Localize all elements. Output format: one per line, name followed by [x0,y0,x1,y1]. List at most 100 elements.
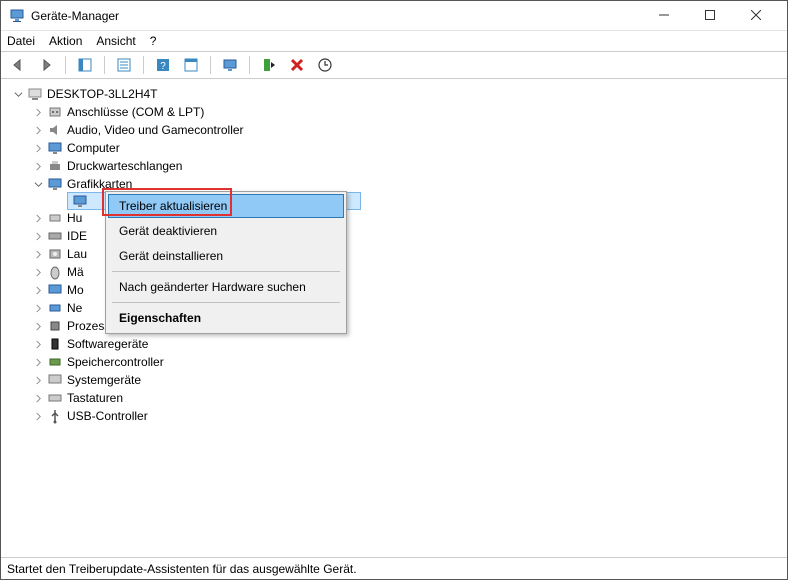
forward-button[interactable] [35,54,57,76]
app-icon [9,8,25,24]
toolbar-separator [65,56,66,74]
system-icon [47,372,63,388]
menubar: Datei Aktion Ansicht ? [1,31,787,51]
chevron-right-icon[interactable] [31,409,45,423]
menu-help[interactable]: ? [150,34,157,48]
enable-button[interactable] [258,54,280,76]
usb-icon [47,408,63,424]
help-button[interactable]: ? [152,54,174,76]
statusbar: Startet den Treiberupdate-Assistenten fü… [1,557,787,579]
tree-item[interactable]: Tastaturen [7,389,787,407]
tree-item[interactable]: Audio, Video und Gamecontroller [7,121,787,139]
context-item-label: Eigenschaften [119,311,201,325]
disk-icon [47,246,63,262]
toolbar-separator [143,56,144,74]
tree-node-label: Softwaregeräte [67,335,148,353]
tree-root[interactable]: DESKTOP-3LL2H4T [7,85,787,103]
tree-item[interactable]: Anschlüsse (COM & LPT) [7,103,787,121]
toolbar-separator [210,56,211,74]
chevron-right-icon[interactable] [31,301,45,315]
context-scan-hardware[interactable]: Nach geänderter Hardware suchen [109,275,343,299]
context-separator [112,302,340,303]
ports-icon [47,104,63,120]
chevron-right-icon[interactable] [31,391,45,405]
tree-item[interactable]: Computer [7,139,787,157]
tree-node-label: IDE [67,227,87,245]
window-title: Geräte-Manager [31,9,641,23]
keyboard-icon [47,390,63,406]
chevron-right-icon[interactable] [31,337,45,351]
audio-icon [47,122,63,138]
menu-file[interactable]: Datei [7,34,35,48]
chevron-right-icon[interactable] [31,373,45,387]
tree-node-label: Hu [67,209,82,227]
tree-node-label: Lau [67,245,87,263]
context-properties[interactable]: Eigenschaften [109,306,343,330]
tree-node-label: DESKTOP-3LL2H4T [47,85,158,103]
tree-node-label: Ne [67,299,82,317]
tree-item[interactable]: Speichercontroller [7,353,787,371]
update-driver-button[interactable] [314,54,336,76]
context-item-label: Treiber aktualisieren [119,199,227,213]
mouse-icon [47,264,63,280]
software-icon [47,336,63,352]
toolbar-separator [249,56,250,74]
scan-hardware-button[interactable] [219,54,241,76]
chevron-right-icon[interactable] [31,105,45,119]
tree-node-label: Speichercontroller [67,353,164,371]
computer-icon [27,86,43,102]
chevron-right-icon[interactable] [31,355,45,369]
device-tree[interactable]: DESKTOP-3LL2H4T Anschlüsse (COM & LPT) A… [1,79,787,557]
chevron-down-icon[interactable] [11,87,25,101]
tree-item[interactable]: Systemgeräte [7,371,787,389]
action-button[interactable] [180,54,202,76]
chevron-right-icon[interactable] [31,319,45,333]
chevron-right-icon[interactable] [31,159,45,173]
back-button[interactable] [7,54,29,76]
tree-node-label: Audio, Video und Gamecontroller [67,121,244,139]
menu-action[interactable]: Aktion [49,34,82,48]
tree-node-label: USB-Controller [67,407,148,425]
tree-node-label: Mä [67,263,84,281]
ide-icon [47,228,63,244]
context-separator [112,271,340,272]
tree-item[interactable]: USB-Controller [7,407,787,425]
cpu-icon [47,318,63,334]
network-icon [47,300,63,316]
chevron-down-icon[interactable] [31,177,45,191]
titlebar: Geräte-Manager [1,1,787,31]
computer-icon [47,140,63,156]
chevron-right-icon[interactable] [31,123,45,137]
tree-node-label: Tastaturen [67,389,123,407]
show-hide-tree-button[interactable] [74,54,96,76]
storage-controller-icon [47,354,63,370]
context-update-driver[interactable]: Treiber aktualisieren [108,194,344,218]
tree-item[interactable]: Softwaregeräte [7,335,787,353]
chevron-right-icon[interactable] [31,283,45,297]
context-item-label: Gerät deinstallieren [119,249,223,263]
printer-icon [47,158,63,174]
chevron-right-icon[interactable] [31,247,45,261]
chevron-right-icon[interactable] [31,141,45,155]
maximize-button[interactable] [687,0,733,30]
close-button[interactable] [733,0,779,30]
properties-button[interactable] [113,54,135,76]
display-adapter-icon [47,176,63,192]
chevron-right-icon[interactable] [31,211,45,225]
minimize-button[interactable] [641,0,687,30]
menu-view[interactable]: Ansicht [96,34,135,48]
monitor-icon [47,282,63,298]
context-item-label: Nach geänderter Hardware suchen [119,280,306,294]
uninstall-button[interactable] [286,54,308,76]
display-adapter-icon [72,193,88,209]
chevron-right-icon[interactable] [31,229,45,243]
tree-node-label: Druckwarteschlangen [67,157,182,175]
tree-item[interactable]: Druckwarteschlangen [7,157,787,175]
context-disable-device[interactable]: Gerät deaktivieren [109,219,343,243]
context-uninstall-device[interactable]: Gerät deinstallieren [109,244,343,268]
tree-node-label: Systemgeräte [67,371,141,389]
toolbar: ? [1,51,787,79]
toolbar-separator [104,56,105,74]
chevron-right-icon[interactable] [31,265,45,279]
context-item-label: Gerät deaktivieren [119,224,217,238]
